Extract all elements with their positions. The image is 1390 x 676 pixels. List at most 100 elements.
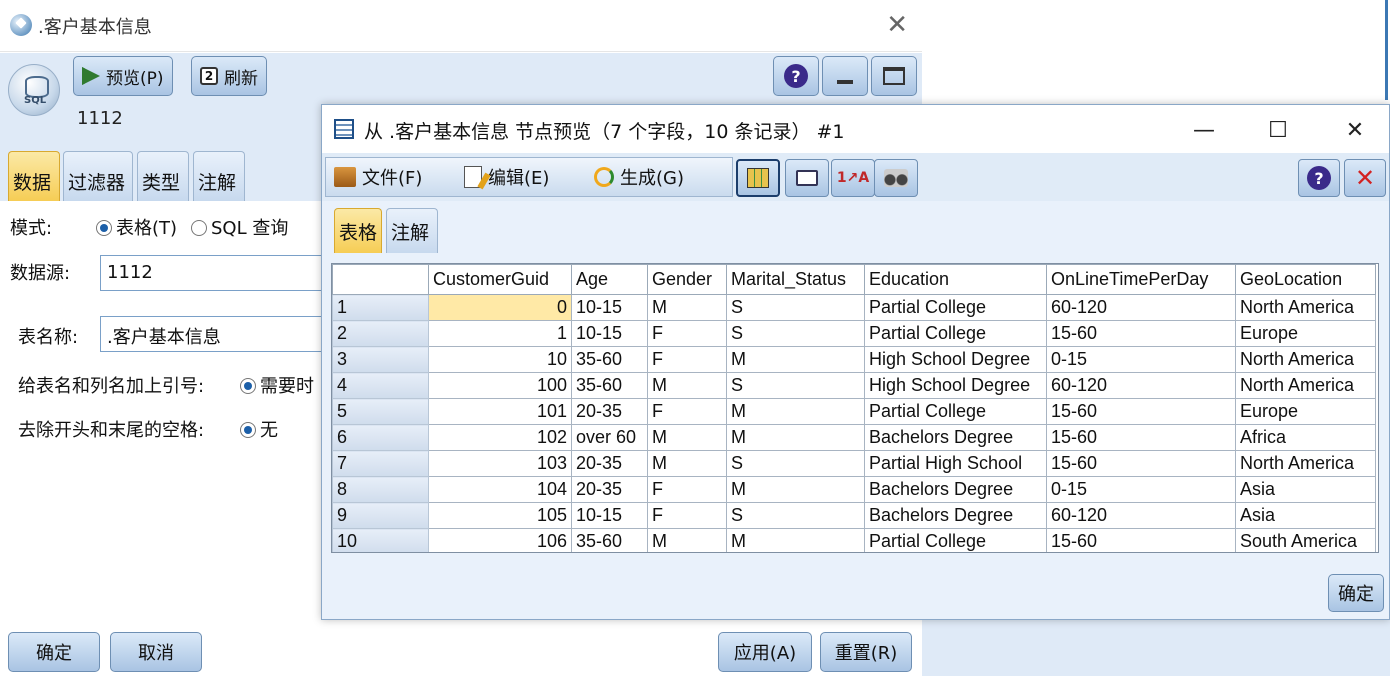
column-header[interactable]: Gender <box>647 264 727 295</box>
table-cell[interactable]: 15-60 <box>1046 450 1236 477</box>
table-cell[interactable]: M <box>647 424 727 451</box>
table-cell[interactable]: S <box>726 294 865 321</box>
table-cell[interactable]: S <box>726 450 865 477</box>
mode-sql-radio[interactable]: SQL 查询 <box>191 214 288 240</box>
minimize-button[interactable]: — <box>1187 113 1221 147</box>
tab-filter[interactable]: 过滤器 <box>63 151 133 201</box>
table-cell[interactable]: F <box>647 346 727 373</box>
table-cell[interactable]: North America <box>1235 346 1376 373</box>
table-row[interactable]: 7 103 20-35 M S Partial High School 15-60 North… <box>332 450 1376 477</box>
table-cell[interactable]: 1 <box>428 320 572 347</box>
table-cell[interactable]: 20-35 <box>571 450 648 477</box>
table-row[interactable]: 5 101 20-35 F M Partial College 15-60 Europe <box>332 398 1376 425</box>
tab-types[interactable]: 类型 <box>137 151 189 201</box>
menu-edit[interactable]: 编辑(E) <box>464 161 549 193</box>
table-cell[interactable]: High School Degree <box>864 346 1047 373</box>
row-number-cell[interactable]: 6 <box>332 424 429 451</box>
preview-ok-button[interactable]: 确定 <box>1328 574 1384 612</box>
table-cell[interactable]: 106 <box>428 528 572 552</box>
refresh-button[interactable]: 2 刷新 <box>191 56 267 96</box>
trim-spaces-radio[interactable]: 无 <box>240 416 278 442</box>
table-cell[interactable]: 35-60 <box>571 346 648 373</box>
table-cell[interactable]: High School Degree <box>864 372 1047 399</box>
table-cell[interactable]: F <box>647 320 727 347</box>
table-cell[interactable]: Partial College <box>864 528 1047 552</box>
table-cell[interactable]: Asia <box>1235 502 1376 529</box>
table-cell[interactable]: 0-15 <box>1046 346 1236 373</box>
column-header[interactable]: Education <box>864 264 1047 295</box>
row-number-cell[interactable]: 10 <box>332 528 429 552</box>
cancel-button[interactable]: 取消 <box>110 632 202 672</box>
data-grid[interactable]: CustomerGuid Age Gender Marital_Status E… <box>331 263 1379 553</box>
table-cell[interactable]: 101 <box>428 398 572 425</box>
table-row[interactable]: 9 105 10-15 F S Bachelors Degree 60-120 Asia <box>332 502 1376 529</box>
table-cell[interactable]: S <box>726 502 865 529</box>
table-cell[interactable]: M <box>726 424 865 451</box>
column-header[interactable]: CustomerGuid <box>428 264 572 295</box>
table-cell[interactable]: 10-15 <box>571 294 648 321</box>
column-header[interactable]: OnLineTimePerDay <box>1046 264 1236 295</box>
table-row[interactable]: 10 106 35-60 M M Partial College 15-60 South Am… <box>332 528 1376 552</box>
table-cell[interactable]: 15-60 <box>1046 398 1236 425</box>
table-cell[interactable]: M <box>726 346 865 373</box>
ok-button[interactable]: 确定 <box>8 632 100 672</box>
tab-table[interactable]: 表格 <box>334 208 382 253</box>
tablename-field[interactable]: .客户基本信息 <box>100 316 330 352</box>
row-number-cell[interactable]: 4 <box>332 372 429 399</box>
column-header[interactable]: Marital_Status <box>726 264 865 295</box>
table-cell[interactable]: 60-120 <box>1046 372 1236 399</box>
mode-table-radio[interactable]: 表格(T) <box>96 214 177 240</box>
row-number-cell[interactable]: 5 <box>332 398 429 425</box>
table-row[interactable]: 2 1 10-15 F S Partial College 15-60 Europe <box>332 320 1376 347</box>
tab-annotations[interactable]: 注解 <box>193 151 245 201</box>
table-cell[interactable]: F <box>647 398 727 425</box>
table-cell[interactable]: Partial College <box>864 398 1047 425</box>
row-number-cell[interactable]: 8 <box>332 476 429 503</box>
table-cell[interactable]: M <box>647 294 727 321</box>
table-cell[interactable]: 100 <box>428 372 572 399</box>
table-cell[interactable]: 10-15 <box>571 502 648 529</box>
table-cell[interactable]: Europe <box>1235 398 1376 425</box>
table-cell[interactable]: 20-35 <box>571 398 648 425</box>
table-cell[interactable]: North America <box>1235 372 1376 399</box>
table-cell[interactable]: 105 <box>428 502 572 529</box>
menu-file[interactable]: 文件(F) <box>334 161 422 193</box>
column-header[interactable]: GeoLocation <box>1235 264 1376 295</box>
table-cell[interactable]: 15-60 <box>1046 424 1236 451</box>
table-cell[interactable]: Partial College <box>864 320 1047 347</box>
table-cell[interactable]: 104 <box>428 476 572 503</box>
tab-annotations[interactable]: 注解 <box>386 208 438 253</box>
reset-button[interactable]: 重置(R) <box>820 632 912 672</box>
table-cell[interactable]: 103 <box>428 450 572 477</box>
minimize-button[interactable] <box>822 56 868 96</box>
print-button[interactable] <box>785 159 829 197</box>
table-cell[interactable]: 60-120 <box>1046 502 1236 529</box>
table-cell[interactable]: 0 <box>428 294 572 321</box>
table-row[interactable]: 6 102 over 60 M M Bachelors Degree 15-60 Africa <box>332 424 1376 451</box>
table-cell[interactable]: South America <box>1235 528 1376 552</box>
table-cell[interactable]: M <box>647 528 727 552</box>
table-cell[interactable]: 10-15 <box>571 320 648 347</box>
close-button[interactable]: ✕ <box>1338 113 1372 147</box>
table-cell[interactable]: North America <box>1235 450 1376 477</box>
table-cell[interactable]: M <box>726 476 865 503</box>
row-number-cell[interactable]: 9 <box>332 502 429 529</box>
table-cell[interactable]: F <box>647 502 727 529</box>
table-cell[interactable]: over 60 <box>571 424 648 451</box>
table-cell[interactable]: 35-60 <box>571 528 648 552</box>
table-row[interactable]: 4 100 35-60 M S High School Degree 60-120 North… <box>332 372 1376 399</box>
table-cell[interactable]: Bachelors Degree <box>864 424 1047 451</box>
table-row[interactable]: 1 0 10-15 M S Partial College 60-120 North Amer… <box>332 294 1376 321</box>
table-cell[interactable]: 20-35 <box>571 476 648 503</box>
apply-button[interactable]: 应用(A) <box>718 632 812 672</box>
help-button[interactable]: ? <box>773 56 819 96</box>
table-cell[interactable]: S <box>726 320 865 347</box>
table-cell[interactable]: M <box>647 372 727 399</box>
table-cell[interactable]: North America <box>1235 294 1376 321</box>
table-row[interactable]: 3 10 35-60 F M High School Degree 0-15 North Am… <box>332 346 1376 373</box>
column-header[interactable]: Age <box>571 264 648 295</box>
close-preview-button[interactable]: ✕ <box>1344 159 1386 197</box>
row-number-cell[interactable]: 7 <box>332 450 429 477</box>
grid-view-button[interactable] <box>736 159 780 197</box>
tab-data[interactable]: 数据 <box>8 151 60 201</box>
